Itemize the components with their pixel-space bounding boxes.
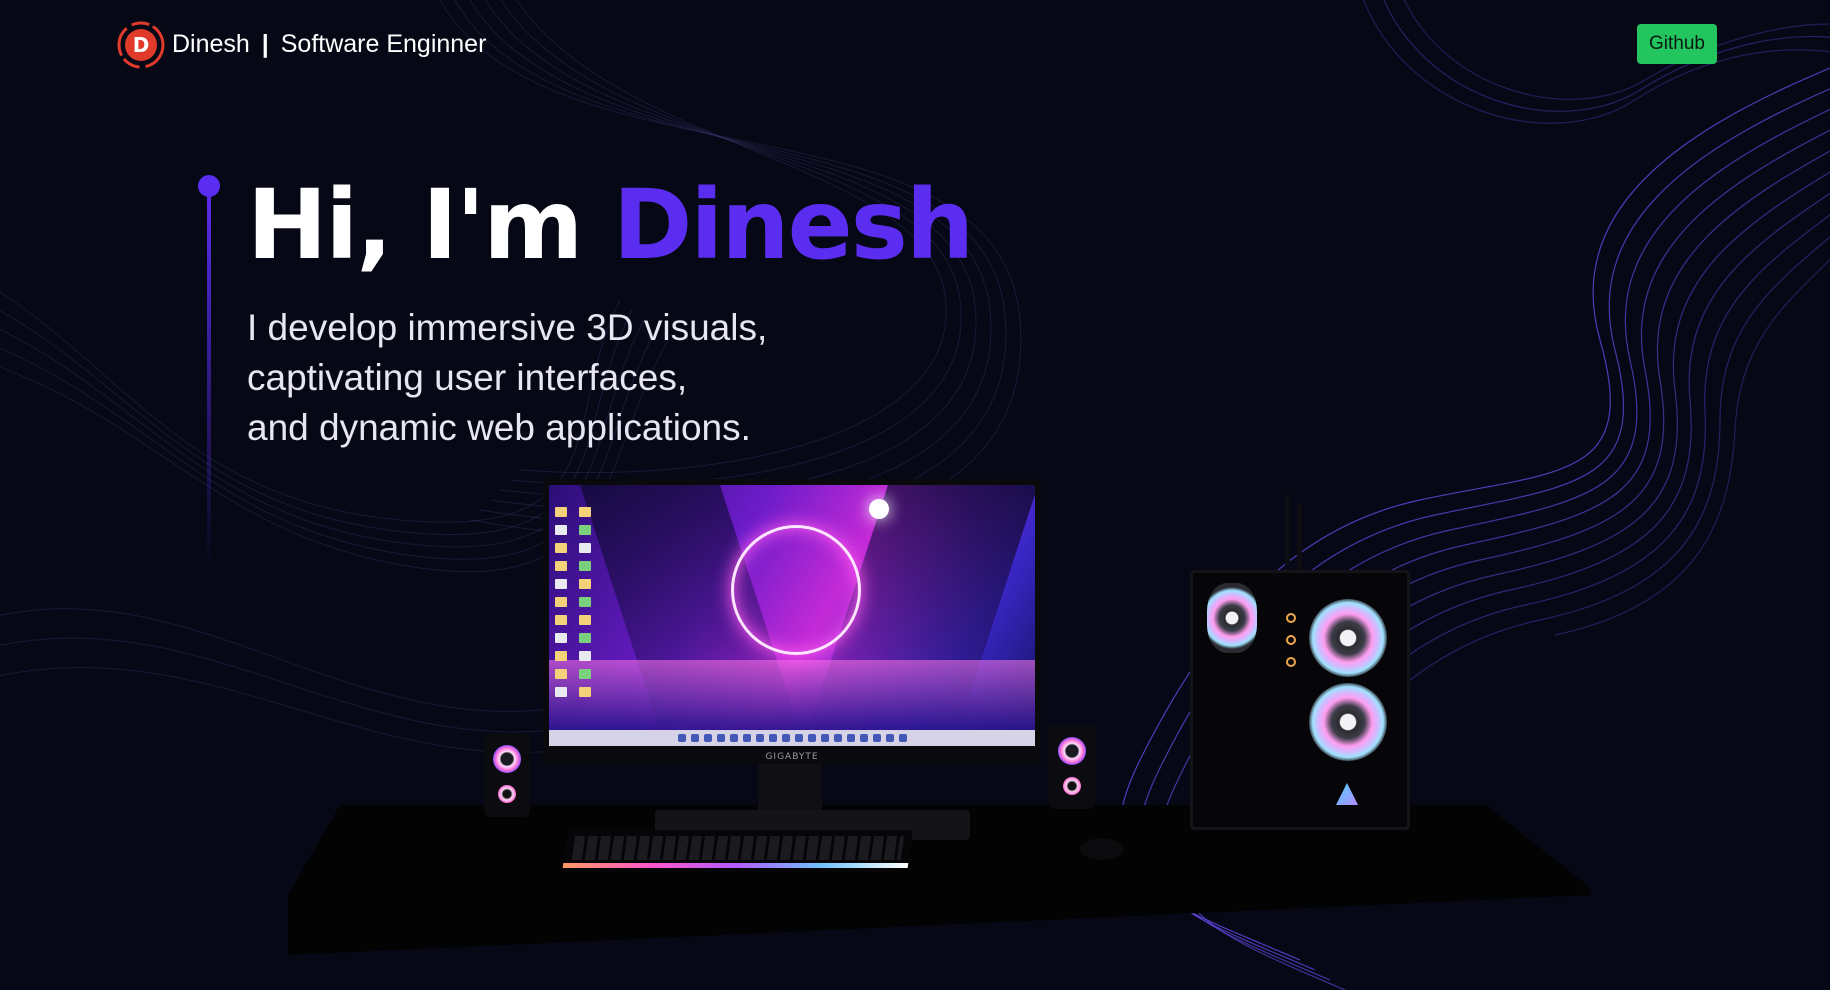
- brand-separator: |: [261, 30, 269, 58]
- background-waves: [0, 0, 1830, 990]
- hero-title: Hi, I'm Dinesh: [247, 169, 975, 281]
- brand: Dinesh | Software Enginner: [172, 30, 486, 59]
- github-button[interactable]: Github: [1637, 24, 1717, 64]
- hero-line-3: and dynamic web applications.: [247, 407, 751, 448]
- brand-title: Software Enginner: [280, 30, 487, 58]
- hero-name: Dinesh: [612, 169, 975, 281]
- logo-letter: D: [133, 33, 150, 57]
- hero-line-1: I develop immersive 3D visuals,: [247, 307, 768, 348]
- hero-greeting: Hi, I'm: [247, 169, 583, 281]
- hero-line-2: captivating user interfaces,: [247, 357, 688, 398]
- logo-d-icon[interactable]: D: [116, 20, 166, 70]
- brand-name: Dinesh: [172, 30, 250, 58]
- hero-accent-line: [198, 175, 220, 569]
- hero-subtitle: I develop immersive 3D visuals, captivat…: [247, 303, 767, 453]
- navbar: D Dinesh | Software Enginner Github: [0, 0, 1830, 92]
